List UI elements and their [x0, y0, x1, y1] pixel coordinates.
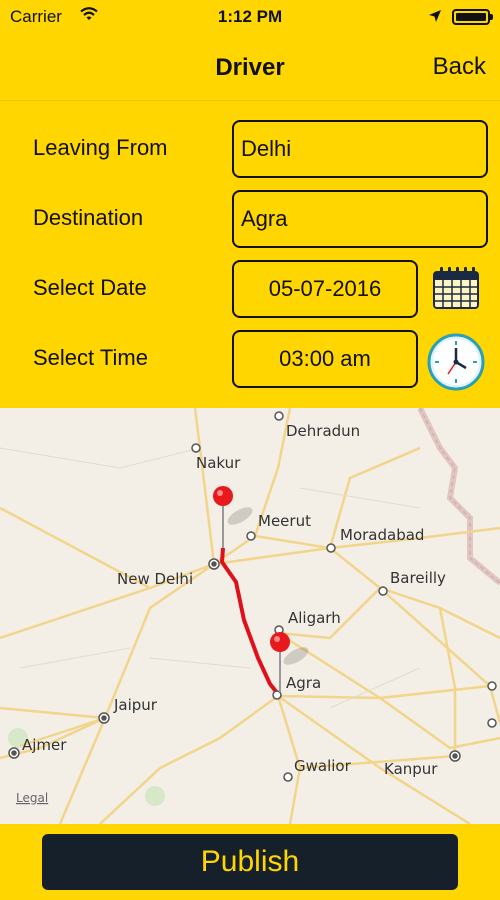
battery-icon [452, 9, 493, 25]
time-row: Select Time 03:00 am [0, 330, 500, 391]
city-label-bareilly: Bareilly [390, 569, 446, 587]
leaving-from-label: Leaving From [33, 135, 168, 160]
city-label-aligarh: Aligarh [288, 609, 341, 627]
select-time-label: Select Time [33, 345, 148, 370]
leaving-from-input[interactable] [232, 120, 488, 178]
city-label-moradabad: Moradabad [340, 526, 424, 544]
city-label-kanpur: Kanpur [384, 760, 438, 778]
city-label-new-delhi: New Delhi [117, 570, 193, 588]
calendar-icon[interactable] [432, 266, 480, 315]
city-label-nakur: Nakur [196, 454, 241, 472]
city-label-dehradun: Dehradun [286, 422, 360, 440]
destination-label: Destination [33, 205, 144, 230]
route-map[interactable]: Dehradun Nakur Meerut Moradabad New Delh… [0, 408, 500, 824]
time-field[interactable]: 03:00 am [232, 330, 418, 388]
trip-form: Leaving From Destination Select Date 05-… [0, 100, 500, 408]
clock-icon[interactable] [426, 332, 486, 397]
page-title: Driver [215, 54, 285, 81]
bottom-bar: Publish [0, 824, 500, 900]
status-bar: Carrier 1:12 PM [0, 0, 500, 34]
back-button[interactable]: Back [433, 53, 486, 81]
destination-row: Destination [0, 190, 500, 250]
date-row: Select Date 05-07-2016 [0, 260, 500, 320]
city-label-gwalior: Gwalior [294, 757, 352, 775]
location-arrow-icon [428, 8, 442, 28]
city-label-meerut: Meerut [258, 512, 311, 530]
city-label-ajmer: Ajmer [22, 736, 67, 754]
map-canvas: Dehradun Nakur Meerut Moradabad New Delh… [0, 408, 500, 824]
legal-link[interactable]: Legal [16, 791, 48, 805]
select-date-label: Select Date [33, 275, 147, 300]
destination-input[interactable] [232, 190, 488, 248]
navigation-bar: Driver Back [0, 34, 500, 101]
city-label-jaipur: Jaipur [113, 696, 158, 714]
publish-button[interactable]: Publish [42, 834, 458, 890]
leaving-from-row: Leaving From [0, 120, 500, 180]
city-label-agra: Agra [286, 674, 321, 692]
date-field[interactable]: 05-07-2016 [232, 260, 418, 318]
clock-time: 1:12 PM [217, 7, 283, 26]
